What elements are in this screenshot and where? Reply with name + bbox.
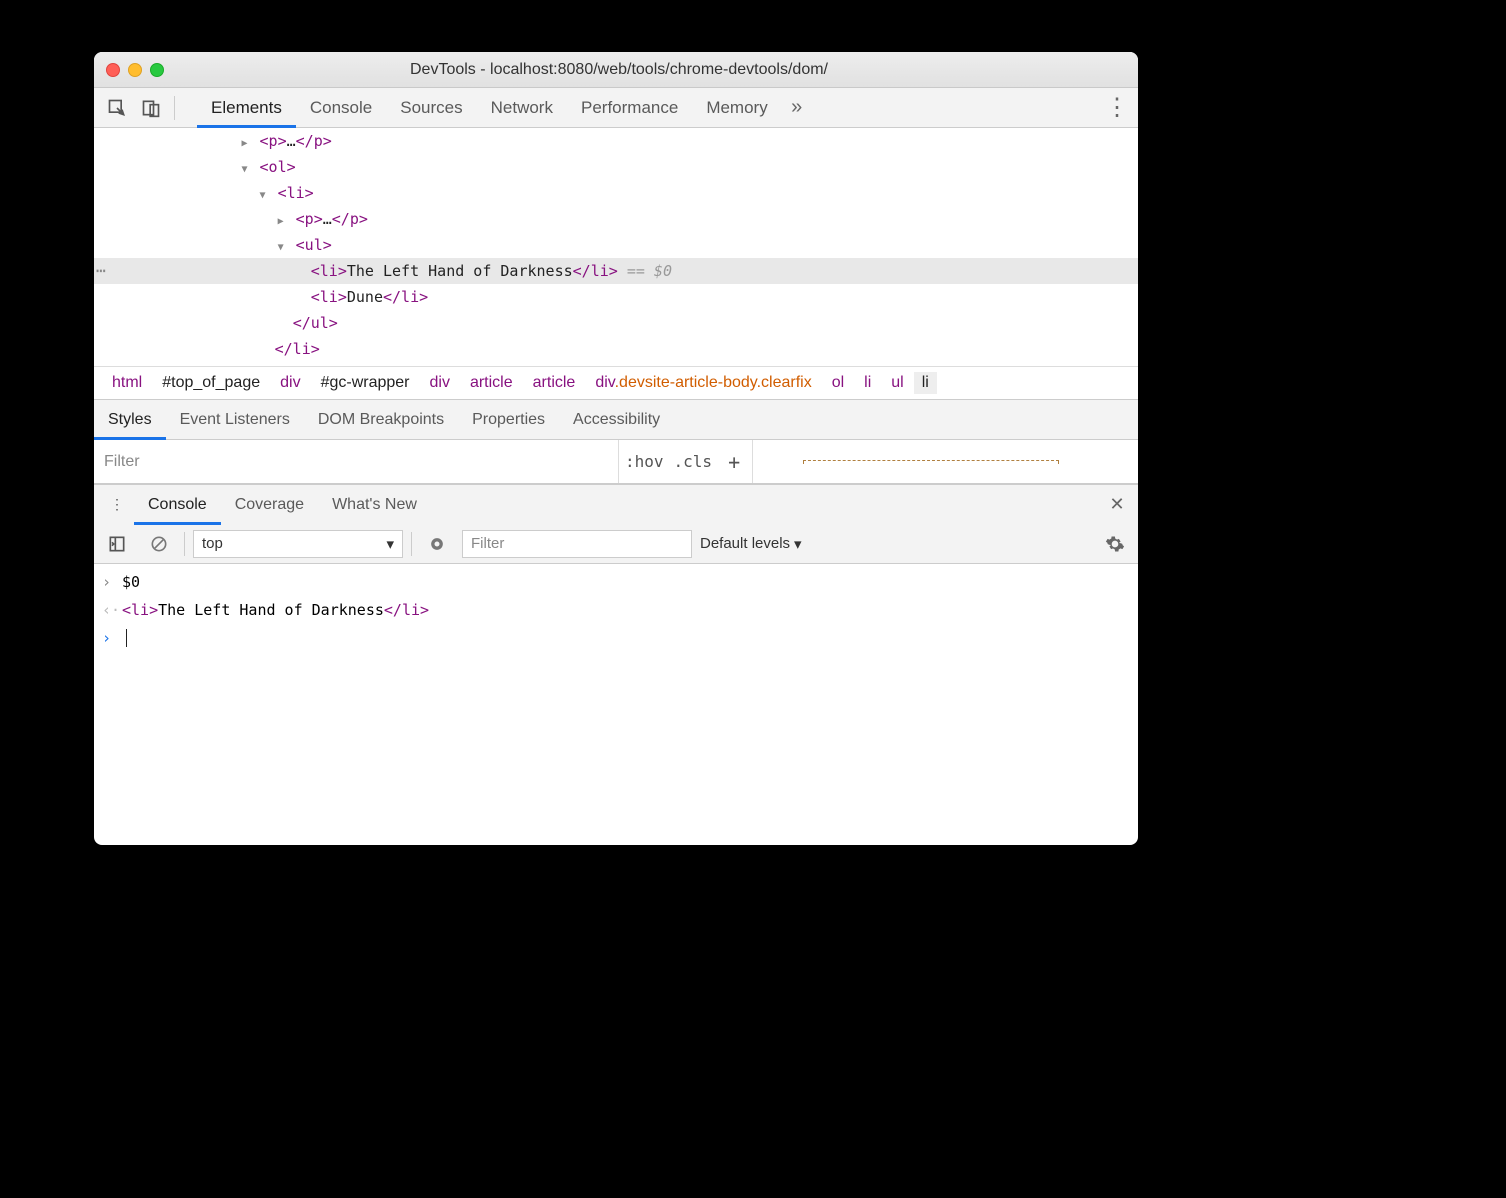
live-expression-icon[interactable] [422,529,452,559]
zoom-window-button[interactable] [150,63,164,77]
styles-filter-input[interactable]: Filter [94,440,619,483]
device-toggle-icon[interactable] [136,93,166,123]
context-selector[interactable]: top ▾ [193,530,403,558]
console-row-input[interactable]: › $0 [102,568,1130,596]
cls-toggle[interactable]: .cls [674,452,713,471]
console-expr: $0 [122,573,1130,591]
drawer-close-icon[interactable]: ✕ [1102,494,1132,515]
styles-filterbar: Filter :hov .cls + [94,440,1138,484]
tab-sources[interactable]: Sources [386,88,476,128]
console-prompt[interactable]: › [102,624,1130,652]
styles-tabbar: Styles Event Listeners DOM Breakpoints P… [94,400,1138,440]
bc-divclass-tag[interactable]: div [595,374,614,391]
new-style-rule-icon[interactable]: + [722,450,746,474]
bc-html[interactable]: html [102,374,152,392]
bc-div1[interactable]: div [270,374,310,392]
more-tabs-icon[interactable]: » [782,96,812,119]
console-result: <li>The Left Hand of Darkness</li> [122,601,1130,619]
box-model-preview [803,460,1059,464]
hov-cls-controls: :hov .cls + [619,440,753,483]
hov-toggle[interactable]: :hov [625,452,664,471]
console-row-output[interactable]: ‹· <li>The Left Hand of Darkness</li> [102,596,1130,624]
main-tabbar: Elements Console Sources Network Perform… [94,88,1138,128]
text-cursor [126,629,127,647]
dtab-coverage[interactable]: Coverage [221,485,318,525]
stab-a11y[interactable]: Accessibility [559,400,674,440]
dom-node-ul-close[interactable]: </ul> [94,310,1138,336]
minimize-window-button[interactable] [128,63,142,77]
dom-node-p[interactable]: ▶ <p>…</p> [94,128,1138,154]
close-window-button[interactable] [106,63,120,77]
dom-node-ol[interactable]: ▼ <ol> [94,154,1138,180]
bc-div2[interactable]: div [420,374,460,392]
tab-network[interactable]: Network [477,88,567,128]
expand-icon[interactable]: › [102,573,122,591]
bc-gc[interactable]: #gc-wrapper [311,374,420,392]
dom-node-selected[interactable]: <li>The Left Hand of Darkness</li> == $0 [94,258,1138,284]
bc-article2[interactable]: article [523,374,586,392]
main-tabs: Elements Console Sources Network Perform… [197,88,782,128]
traffic-lights [106,63,164,77]
dom-node-li[interactable]: ▼ <li> [94,180,1138,206]
console-toolbar: top ▾ Filter Default levels ▾ [94,524,1138,564]
window-title: DevTools - localhost:8080/web/tools/chro… [164,61,1074,79]
tab-console[interactable]: Console [296,88,386,128]
dtab-console[interactable]: Console [134,485,221,525]
dom-node-p-inner[interactable]: ▶ <p>…</p> [94,206,1138,232]
elements-panel[interactable]: ▶ <p>…</p> ▼ <ol> ▼ <li> ▶ <p>…</p> ▼ <u… [94,128,1138,366]
bc-divclass[interactable]: .devsite-article-body.clearfix [615,374,812,391]
chevron-down-icon: ▾ [386,535,394,553]
dom-node-li-dune[interactable]: <li>Dune</li> [94,284,1138,310]
output-icon: ‹· [102,601,122,619]
dtab-whatsnew[interactable]: What's New [318,485,431,525]
chevron-down-icon: ▾ [794,535,802,553]
stab-props[interactable]: Properties [458,400,559,440]
bc-top[interactable]: #top_of_page [152,374,270,392]
dom-node-ul[interactable]: ▼ <ul> [94,232,1138,258]
dom-node-li-close[interactable]: </li> [94,336,1138,362]
drawer-tabbar: ⋮ Console Coverage What's New ✕ [94,484,1138,524]
stab-events[interactable]: Event Listeners [166,400,304,440]
settings-menu-icon[interactable]: ⋮ [1102,93,1132,122]
stab-styles[interactable]: Styles [94,400,166,440]
bc-ol[interactable]: ol [822,374,854,392]
inspect-element-icon[interactable] [102,93,132,123]
devtools-window: DevTools - localhost:8080/web/tools/chro… [94,52,1138,845]
console-sidebar-icon[interactable] [102,529,132,559]
bc-li1[interactable]: li [854,374,881,392]
console-filter-input[interactable]: Filter [462,530,692,558]
console-settings-icon[interactable] [1100,529,1130,559]
titlebar: DevTools - localhost:8080/web/tools/chro… [94,52,1138,88]
tab-performance[interactable]: Performance [567,88,692,128]
prompt-icon: › [102,629,122,647]
clear-console-icon[interactable] [144,529,174,559]
bc-li-active[interactable]: li [914,372,937,394]
bc-article1[interactable]: article [460,374,523,392]
bc-ul[interactable]: ul [881,374,913,392]
tab-elements[interactable]: Elements [197,88,296,128]
drawer-menu-icon[interactable]: ⋮ [102,490,132,520]
log-levels-selector[interactable]: Default levels ▾ [700,535,802,553]
dom-breadcrumb[interactable]: html #top_of_page div #gc-wrapper div ar… [94,366,1138,400]
stab-dom[interactable]: DOM Breakpoints [304,400,458,440]
console-output[interactable]: › $0 ‹· <li>The Left Hand of Darkness</l… [94,564,1138,656]
tab-memory[interactable]: Memory [692,88,781,128]
